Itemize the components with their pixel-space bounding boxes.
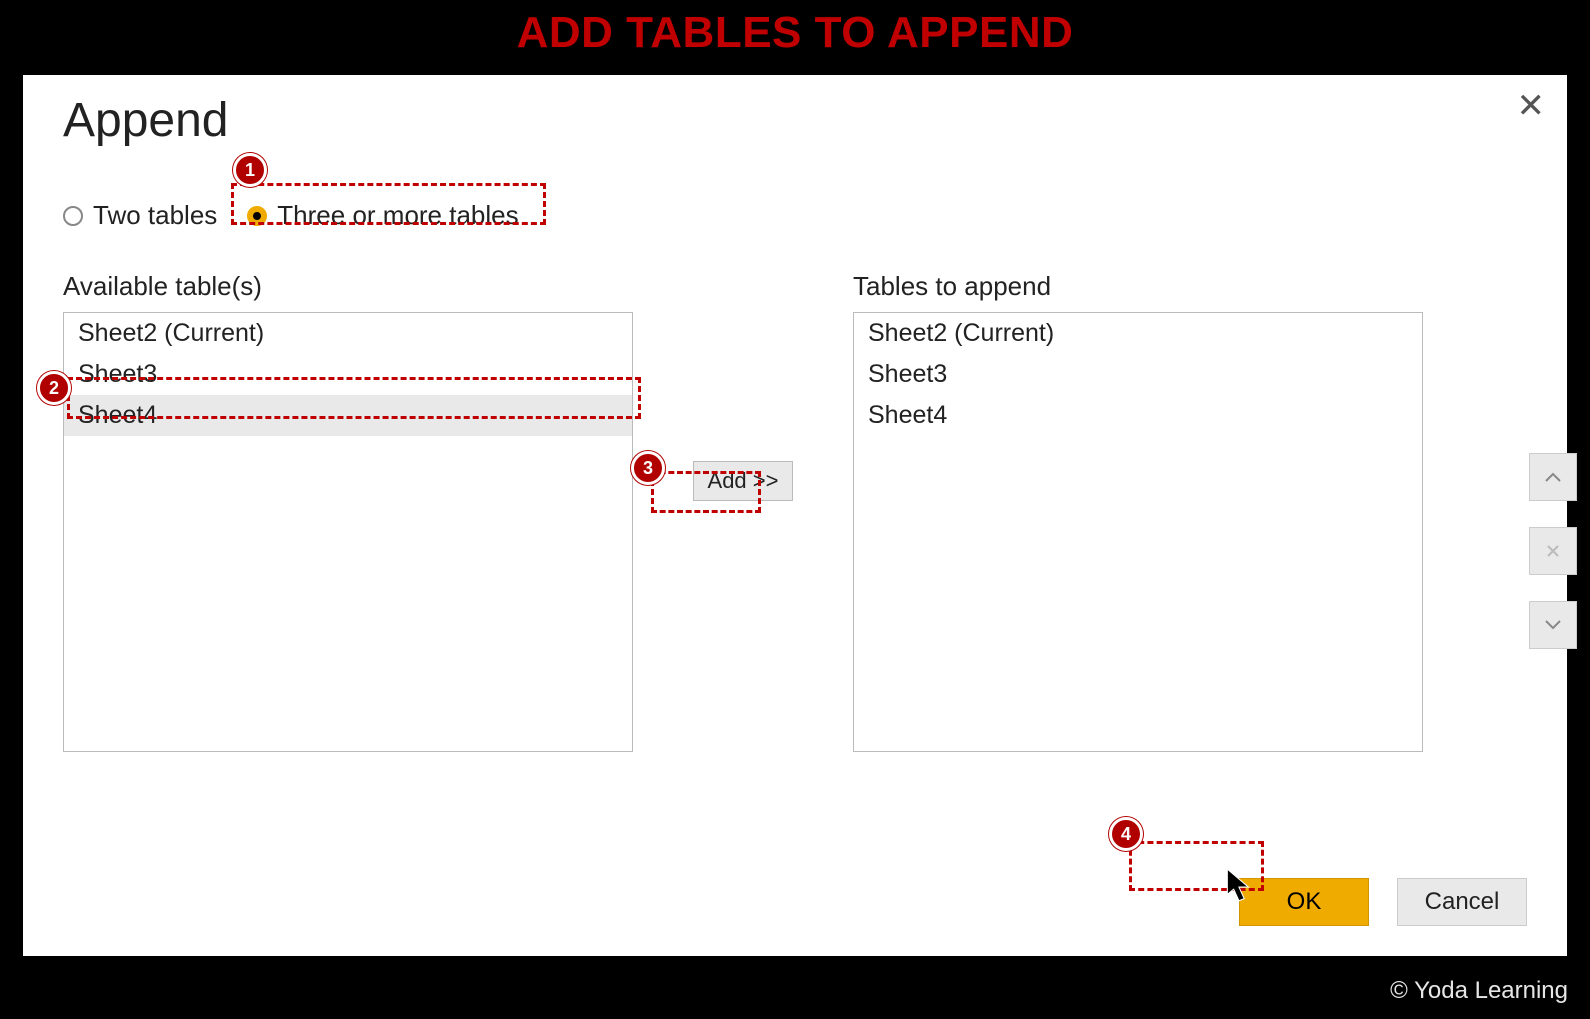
- list-item[interactable]: Sheet2 (Current): [64, 313, 632, 354]
- radio-icon: [247, 206, 267, 226]
- reorder-buttons: [1529, 453, 1577, 649]
- append-label: Tables to append: [853, 271, 1423, 302]
- radio-icon: [63, 206, 83, 226]
- chevron-down-icon: [1544, 619, 1562, 631]
- copyright-text: © Yoda Learning: [1390, 977, 1568, 1005]
- append-listbox[interactable]: Sheet2 (Current) Sheet3 Sheet4: [853, 312, 1423, 752]
- callout-2: 2: [37, 371, 71, 405]
- list-item[interactable]: Sheet4: [64, 395, 632, 436]
- radio-group: Two tables Three or more tables: [63, 200, 1527, 231]
- add-button[interactable]: Add >>: [693, 461, 794, 501]
- chevron-up-icon: [1544, 471, 1562, 483]
- available-label: Available table(s): [63, 271, 633, 302]
- ok-button[interactable]: OK: [1239, 878, 1369, 926]
- move-up-button[interactable]: [1529, 453, 1577, 501]
- x-small-icon: [1546, 544, 1560, 558]
- cursor-icon: [1223, 867, 1257, 905]
- tutorial-banner: ADD TABLES TO APPEND: [0, 0, 1590, 68]
- radio-three-or-more[interactable]: Three or more tables: [247, 200, 518, 231]
- callout-4: 4: [1109, 817, 1143, 851]
- dialog-footer: OK Cancel: [1239, 878, 1527, 926]
- close-icon[interactable]: ✕: [1517, 89, 1546, 123]
- mid-column: Add >>: [633, 271, 853, 501]
- available-listbox[interactable]: Sheet2 (Current) Sheet3 Sheet4: [63, 312, 633, 752]
- radio-label: Two tables: [93, 200, 217, 231]
- radio-two-tables[interactable]: Two tables: [63, 200, 217, 231]
- remove-button[interactable]: [1529, 527, 1577, 575]
- list-item[interactable]: Sheet3: [64, 354, 632, 395]
- move-down-button[interactable]: [1529, 601, 1577, 649]
- append-column: Tables to append Sheet2 (Current) Sheet3…: [853, 271, 1423, 752]
- available-column: Available table(s) Sheet2 (Current) Shee…: [63, 271, 633, 752]
- callout-3: 3: [631, 451, 665, 485]
- list-item[interactable]: Sheet2 (Current): [854, 313, 1422, 354]
- radio-label: Three or more tables: [277, 200, 518, 231]
- dialog-title: Append: [63, 93, 1527, 148]
- columns: Available table(s) Sheet2 (Current) Shee…: [63, 271, 1527, 752]
- cancel-button[interactable]: Cancel: [1397, 878, 1527, 926]
- list-item[interactable]: Sheet4: [854, 395, 1422, 436]
- callout-1: 1: [233, 153, 267, 187]
- dialog-frame: ✕ Append Two tables Three or more tables…: [20, 72, 1570, 959]
- append-dialog: ✕ Append Two tables Three or more tables…: [23, 75, 1567, 956]
- list-item[interactable]: Sheet3: [854, 354, 1422, 395]
